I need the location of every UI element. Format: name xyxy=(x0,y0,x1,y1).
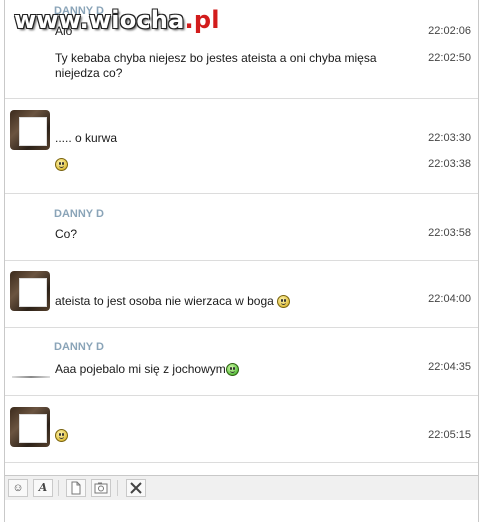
message-time: 22:03:58 xyxy=(428,227,471,239)
toolbar-divider xyxy=(58,480,59,496)
message-line: Aaa pojebalo mi się z jochowym xyxy=(55,362,239,377)
message-time: 22:02:06 xyxy=(428,25,471,37)
message-emoticon xyxy=(55,157,68,172)
message-time: 22:02:50 xyxy=(428,52,471,64)
file-icon[interactable] xyxy=(66,479,86,497)
toolbar-divider xyxy=(117,480,118,496)
message-text: ateista to jest osoba nie wierzaca w bog… xyxy=(55,294,274,308)
message-text: Co? xyxy=(55,227,78,241)
message-time: 22:04:00 xyxy=(428,293,471,305)
message-separator xyxy=(5,98,478,99)
font-icon[interactable]: A xyxy=(33,479,53,497)
message-time: 22:05:15 xyxy=(428,429,471,441)
avatar xyxy=(10,271,50,311)
tools-icon[interactable] xyxy=(126,479,146,497)
composer-toolbar: ☺ A xyxy=(5,475,478,501)
message-separator xyxy=(5,193,478,194)
message-input[interactable] xyxy=(5,500,478,522)
message-text: ..... o kurwa xyxy=(55,131,118,145)
message-separator xyxy=(5,462,478,463)
green-smiley-icon xyxy=(225,363,239,377)
message-separator xyxy=(5,327,478,328)
avatar xyxy=(10,110,50,150)
message-line: ateista to jest osoba nie wierzaca w bog… xyxy=(55,294,291,309)
avatar-placeholder xyxy=(12,376,50,378)
photo-icon[interactable] xyxy=(91,479,111,497)
smiley-icon xyxy=(55,429,68,443)
message-separator xyxy=(5,395,478,396)
watermark: www.wiocha.pl xyxy=(14,6,220,34)
avatar xyxy=(10,407,50,447)
sender-name: DANNY D xyxy=(54,208,104,220)
message-text: Ty kebaba chyba niejesz bo jestes ateist… xyxy=(55,51,377,80)
message-time: 22:04:35 xyxy=(428,361,471,373)
message-time: 22:03:30 xyxy=(428,132,471,144)
message-text: Aaa pojebalo mi się z jochowym xyxy=(55,362,226,376)
grin-icon xyxy=(277,295,291,309)
message-emoticon xyxy=(55,428,68,443)
sender-name: DANNY D xyxy=(54,341,104,353)
message-time: 22:03:38 xyxy=(428,158,471,170)
smiley-icon xyxy=(55,158,68,172)
emoticon-icon[interactable]: ☺ xyxy=(8,479,28,497)
message-separator xyxy=(5,260,478,261)
